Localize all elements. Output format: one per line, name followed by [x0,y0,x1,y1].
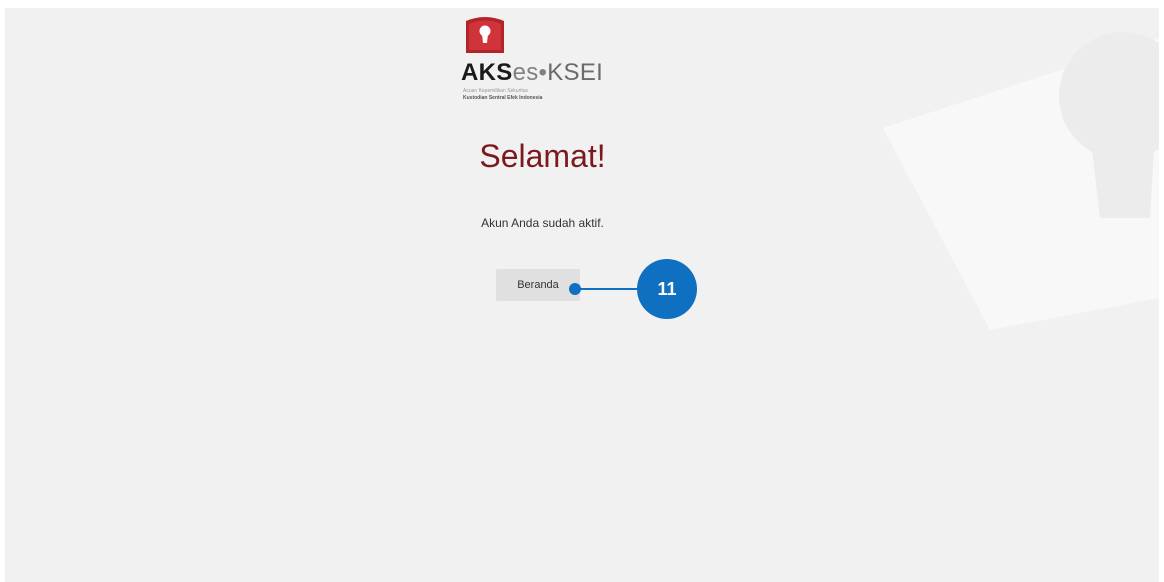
logo-dot-text: • [538,59,548,86]
logo-tagline: Acuan Kepemilikan Sekuritas [463,88,529,94]
step-number-badge: 11 [637,259,697,319]
logo-es-text: es [512,59,539,86]
akses-ksei-logo: AKSes•KSEI Acuan Kepemilikan Sekuritas K… [461,16,641,106]
logo-company-name: Kustodian Sentral Efek Indonesia [463,95,543,101]
activation-message: Akun Anda sudah aktif. [481,216,604,230]
page: AKSes•KSEI Acuan Kepemilikan Sekuritas K… [5,8,1159,582]
logo-ksei-text: KSEI [547,59,604,86]
logo-aks-text: AKS [461,59,513,86]
logo-wordmark: AKSes•KSEI [461,58,603,88]
page-title: Selamat! [479,138,606,174]
keyhole-shield-icon [466,17,504,53]
home-button[interactable]: Beranda [496,269,580,301]
